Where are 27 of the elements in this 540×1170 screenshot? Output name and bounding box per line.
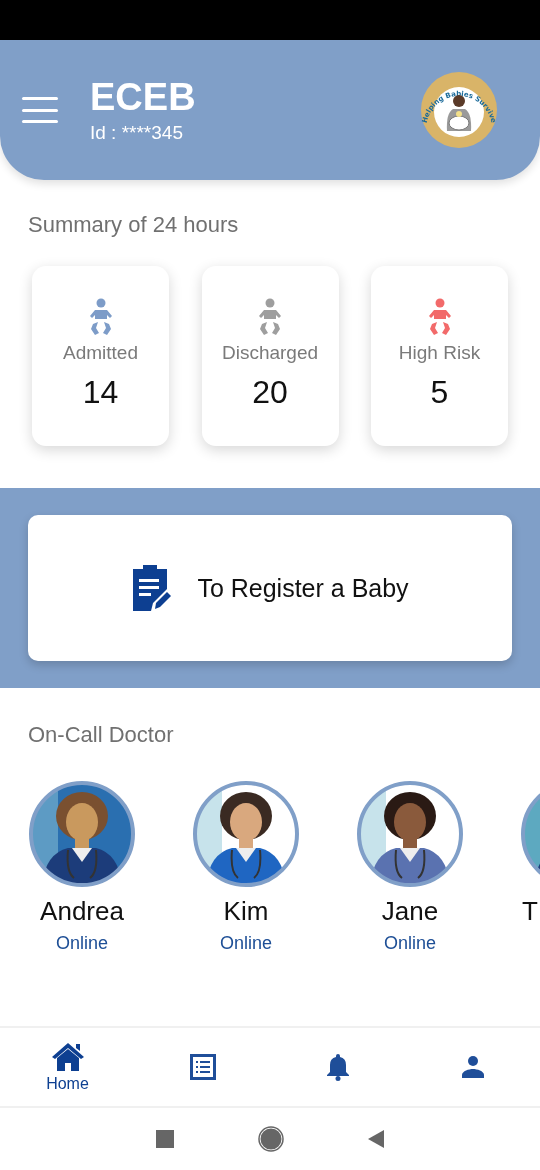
user-id: Id : ****345 <box>90 122 184 144</box>
back-icon[interactable] <box>368 1130 384 1148</box>
section-title: Summary of 24 hours <box>28 212 240 238</box>
stat-label: Admitted <box>63 342 138 364</box>
person-icon <box>460 1055 485 1079</box>
nav-tab[interactable]: Home <box>0 1028 135 1106</box>
menu-button[interactable] <box>22 97 58 123</box>
clipboard-icon <box>131 563 172 613</box>
stat-value: 14 <box>82 374 119 411</box>
doctor-status: Online <box>56 933 108 954</box>
stat-label: High Risk <box>398 342 481 364</box>
home-button-icon[interactable] <box>258 1126 284 1152</box>
app-title: ECEB <box>90 76 197 118</box>
doctor-status: Online <box>220 933 272 954</box>
doctor-name: T <box>522 896 538 927</box>
register-button[interactable]: To Register a Baby <box>28 515 512 661</box>
stat-label: Discharged <box>221 342 319 364</box>
doctor-name: Jane <box>381 896 439 927</box>
home-icon <box>50 1041 85 1073</box>
doctor-status: Online <box>384 933 436 954</box>
bell-icon <box>325 1053 350 1081</box>
stat-value: 20 <box>252 374 288 411</box>
doctor-name: Kim <box>223 896 269 927</box>
stat-value: 5 <box>430 374 449 411</box>
doctor-name: Andrea <box>40 896 124 927</box>
section-title: On-Call Doctor <box>28 722 175 748</box>
list-icon <box>189 1054 216 1080</box>
